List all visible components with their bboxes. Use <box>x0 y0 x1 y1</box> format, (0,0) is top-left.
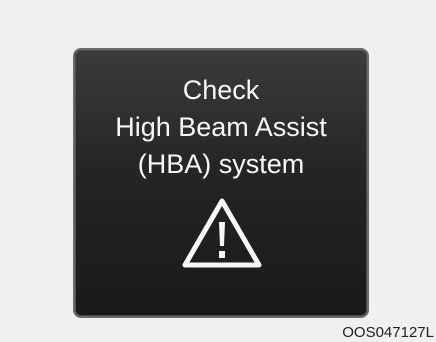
warning-message: Check High Beam Assist (HBA) system <box>75 72 367 183</box>
warning-line-hba-system: (HBA) system <box>137 149 305 179</box>
warning-triangle-icon <box>182 198 262 268</box>
image-code-caption: OOS047127L <box>342 324 434 341</box>
warning-line-check: Check <box>182 75 260 105</box>
warning-line-high-beam-assist: High Beam Assist <box>115 112 327 142</box>
screen-background: Check High Beam Assist (HBA) system OOS0… <box>0 0 436 342</box>
warning-message-panel: Check High Beam Assist (HBA) system <box>73 48 369 318</box>
